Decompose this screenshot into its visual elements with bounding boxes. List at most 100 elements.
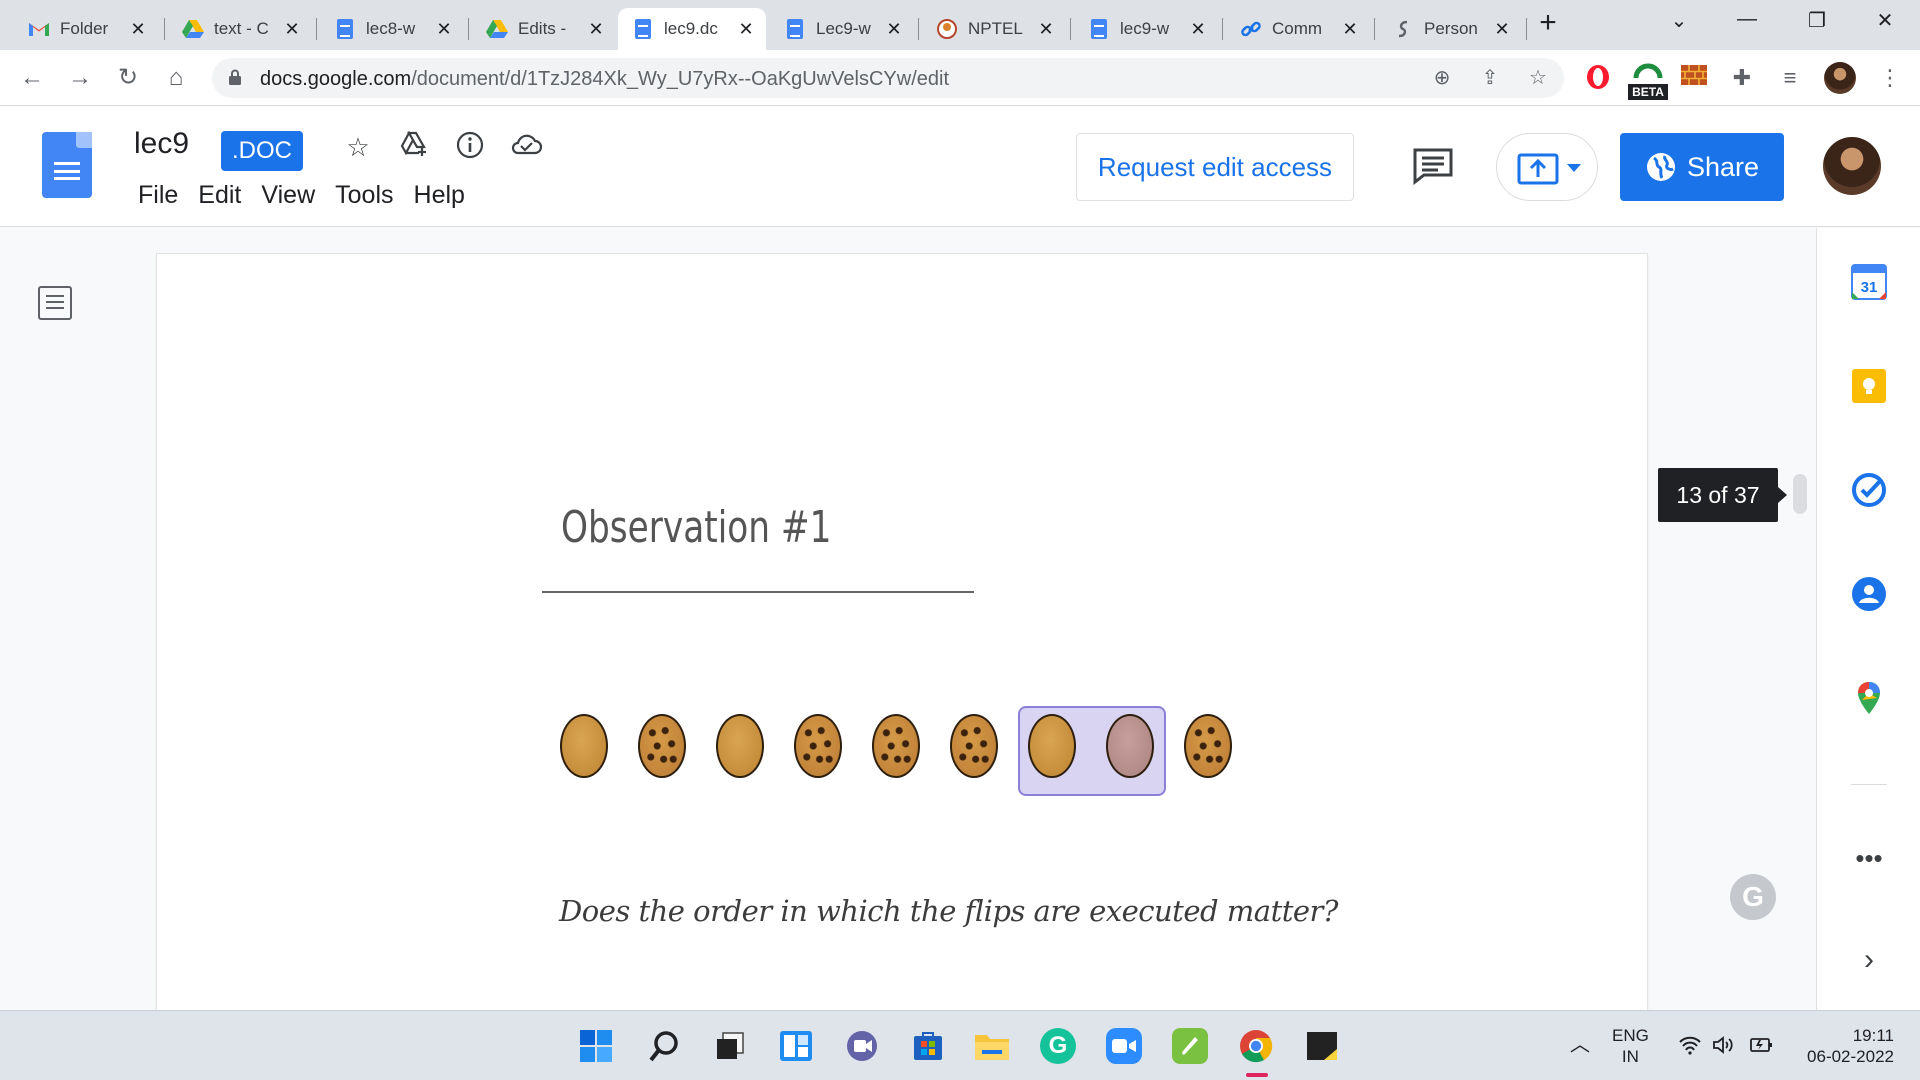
search-icon[interactable] [646, 1028, 682, 1064]
chrome-profile-avatar[interactable] [1824, 62, 1856, 94]
more-icon[interactable]: ••• [1851, 845, 1887, 884]
contacts-icon[interactable] [1851, 576, 1887, 612]
clock[interactable]: 19:11 06-02-2022 [1796, 1025, 1894, 1067]
tab-nptel[interactable]: NPTEL ✕ [922, 8, 1066, 50]
widgets-icon[interactable] [778, 1028, 814, 1064]
restore-button[interactable]: ❐ [1792, 8, 1842, 38]
request-edit-access-button[interactable]: Request edit access [1076, 133, 1354, 201]
tab-edits[interactable]: Edits - ✕ [472, 8, 616, 50]
menu-view[interactable]: View [251, 181, 325, 210]
close-icon[interactable]: ✕ [128, 19, 148, 40]
close-icon[interactable]: ✕ [1036, 19, 1056, 40]
share-page-icon[interactable]: ⇪ [1478, 66, 1502, 90]
beta-extension-icon[interactable]: BETA [1628, 58, 1668, 100]
minimize-button[interactable]: — [1722, 8, 1772, 38]
tab-title: text - C [214, 19, 269, 38]
menu-help[interactable]: Help [404, 181, 475, 210]
tab-lec9-w-2[interactable]: lec9-w ✕ [1074, 8, 1218, 50]
page-indicator: 13 of 37 [1658, 468, 1787, 522]
tab-lec9-w[interactable]: Lec9-w ✕ [770, 8, 914, 50]
cookie-coin [794, 714, 842, 778]
back-button[interactable]: ← [16, 62, 48, 94]
grammarly-taskbar-icon[interactable]: G [1040, 1028, 1076, 1064]
docs-header: lec9 .DOC ☆ File Edit View Tools Help Re… [0, 107, 1920, 227]
comment-history-icon[interactable] [1412, 147, 1454, 186]
keep-icon[interactable] [1851, 368, 1887, 404]
bookmark-star-icon[interactable]: ☆ [1526, 66, 1550, 90]
add-to-drive-icon[interactable] [398, 130, 430, 163]
document-info-icon[interactable] [454, 131, 486, 163]
tab-lec8[interactable]: lec8-w ✕ [320, 8, 464, 50]
grammarly-icon[interactable]: G [1730, 874, 1776, 920]
sticky-notes-icon[interactable] [1304, 1028, 1340, 1064]
tab-text[interactable]: text - C ✕ [168, 8, 312, 50]
present-button[interactable] [1496, 133, 1598, 201]
opera-extension-icon[interactable] [1584, 64, 1612, 92]
chrome-icon[interactable] [1238, 1028, 1274, 1064]
google-docs-logo[interactable] [42, 132, 92, 198]
zoom-icon[interactable]: ⊕ [1430, 66, 1454, 90]
user-avatar[interactable] [1823, 137, 1881, 195]
file-explorer-icon[interactable] [974, 1028, 1010, 1064]
microsoft-store-icon[interactable] [910, 1028, 946, 1064]
wifi-icon[interactable] [1678, 1035, 1702, 1060]
forward-button[interactable]: → [64, 62, 96, 94]
link-icon [1240, 18, 1262, 40]
scrollbar-thumb[interactable] [1793, 474, 1807, 514]
document-title[interactable]: lec9 [134, 127, 189, 161]
task-view-icon[interactable] [712, 1028, 748, 1064]
menu-tools[interactable]: Tools [325, 181, 403, 210]
menu-edit[interactable]: Edit [188, 181, 251, 210]
tab-title: Lec9-w [816, 19, 871, 38]
calendar-icon[interactable]: 31 [1851, 264, 1887, 300]
tab-title: lec9-w [1120, 19, 1170, 38]
close-icon[interactable]: ✕ [434, 19, 454, 40]
close-icon[interactable]: ✕ [884, 19, 904, 40]
tab-folder[interactable]: Folder ✕ [14, 8, 158, 50]
maps-icon[interactable] [1851, 680, 1887, 716]
tab-title: lec8-w [366, 19, 416, 38]
extensions-puzzle-icon[interactable]: ✚ [1728, 64, 1756, 92]
cookie-coin [950, 714, 998, 778]
tab-lec9-active[interactable]: lec9.dc ✕ [618, 8, 766, 50]
brick-extension-icon[interactable] [1680, 64, 1708, 92]
chevron-down-icon [1567, 164, 1581, 172]
nptel-icon [936, 18, 958, 40]
new-tab-button[interactable]: + [1523, 8, 1573, 38]
close-icon[interactable]: ✕ [282, 19, 302, 40]
cloud-saved-icon[interactable] [510, 131, 543, 163]
tasks-icon[interactable] [1851, 472, 1887, 508]
battery-icon[interactable] [1748, 1035, 1774, 1060]
close-icon[interactable]: ✕ [736, 19, 756, 40]
show-hidden-icons-chevron-icon[interactable]: ︿ [1570, 1035, 1590, 1056]
address-bar[interactable]: docs.google.com/document/d/1TzJ284Xk_Wy_… [212, 58, 1564, 98]
tab-person[interactable]: Person ✕ [1378, 8, 1522, 50]
docs-icon [784, 18, 806, 40]
document-page[interactable]: Observation #1 Does the order in which t… [157, 254, 1647, 1014]
close-icon[interactable]: ✕ [586, 19, 606, 40]
teams-chat-icon[interactable] [844, 1028, 880, 1064]
windows-start-icon[interactable] [578, 1028, 614, 1064]
close-window-button[interactable]: ✕ [1860, 8, 1910, 38]
chrome-menu-icon[interactable]: ⋮ [1876, 64, 1904, 92]
close-icon[interactable]: ✕ [1492, 19, 1512, 40]
tab-comm[interactable]: Comm ✕ [1226, 8, 1370, 50]
home-button[interactable]: ⌂ [160, 62, 192, 94]
language-indicator[interactable]: ENG IN [1612, 1025, 1649, 1067]
close-icon[interactable]: ✕ [1188, 19, 1208, 40]
reload-button[interactable]: ↻ [112, 62, 144, 94]
document-outline-icon[interactable] [38, 286, 72, 320]
close-icon[interactable]: ✕ [1340, 19, 1360, 40]
zoom-icon[interactable] [1106, 1028, 1142, 1064]
star-icon[interactable]: ☆ [342, 131, 374, 163]
menu-file[interactable]: File [128, 181, 188, 210]
volume-icon[interactable] [1712, 1035, 1736, 1060]
share-button[interactable]: Share [1620, 133, 1784, 201]
globe-icon [1646, 153, 1675, 181]
notes-app-icon[interactable] [1172, 1028, 1208, 1064]
tab-search-chevron-icon[interactable]: ⌄ [1654, 8, 1704, 38]
question-text: Does the order in which the flips are ex… [559, 894, 1338, 928]
chevron-right-icon[interactable]: › [1851, 942, 1887, 978]
docs-icon [632, 18, 654, 40]
media-queue-icon[interactable]: ≡ [1776, 64, 1804, 92]
